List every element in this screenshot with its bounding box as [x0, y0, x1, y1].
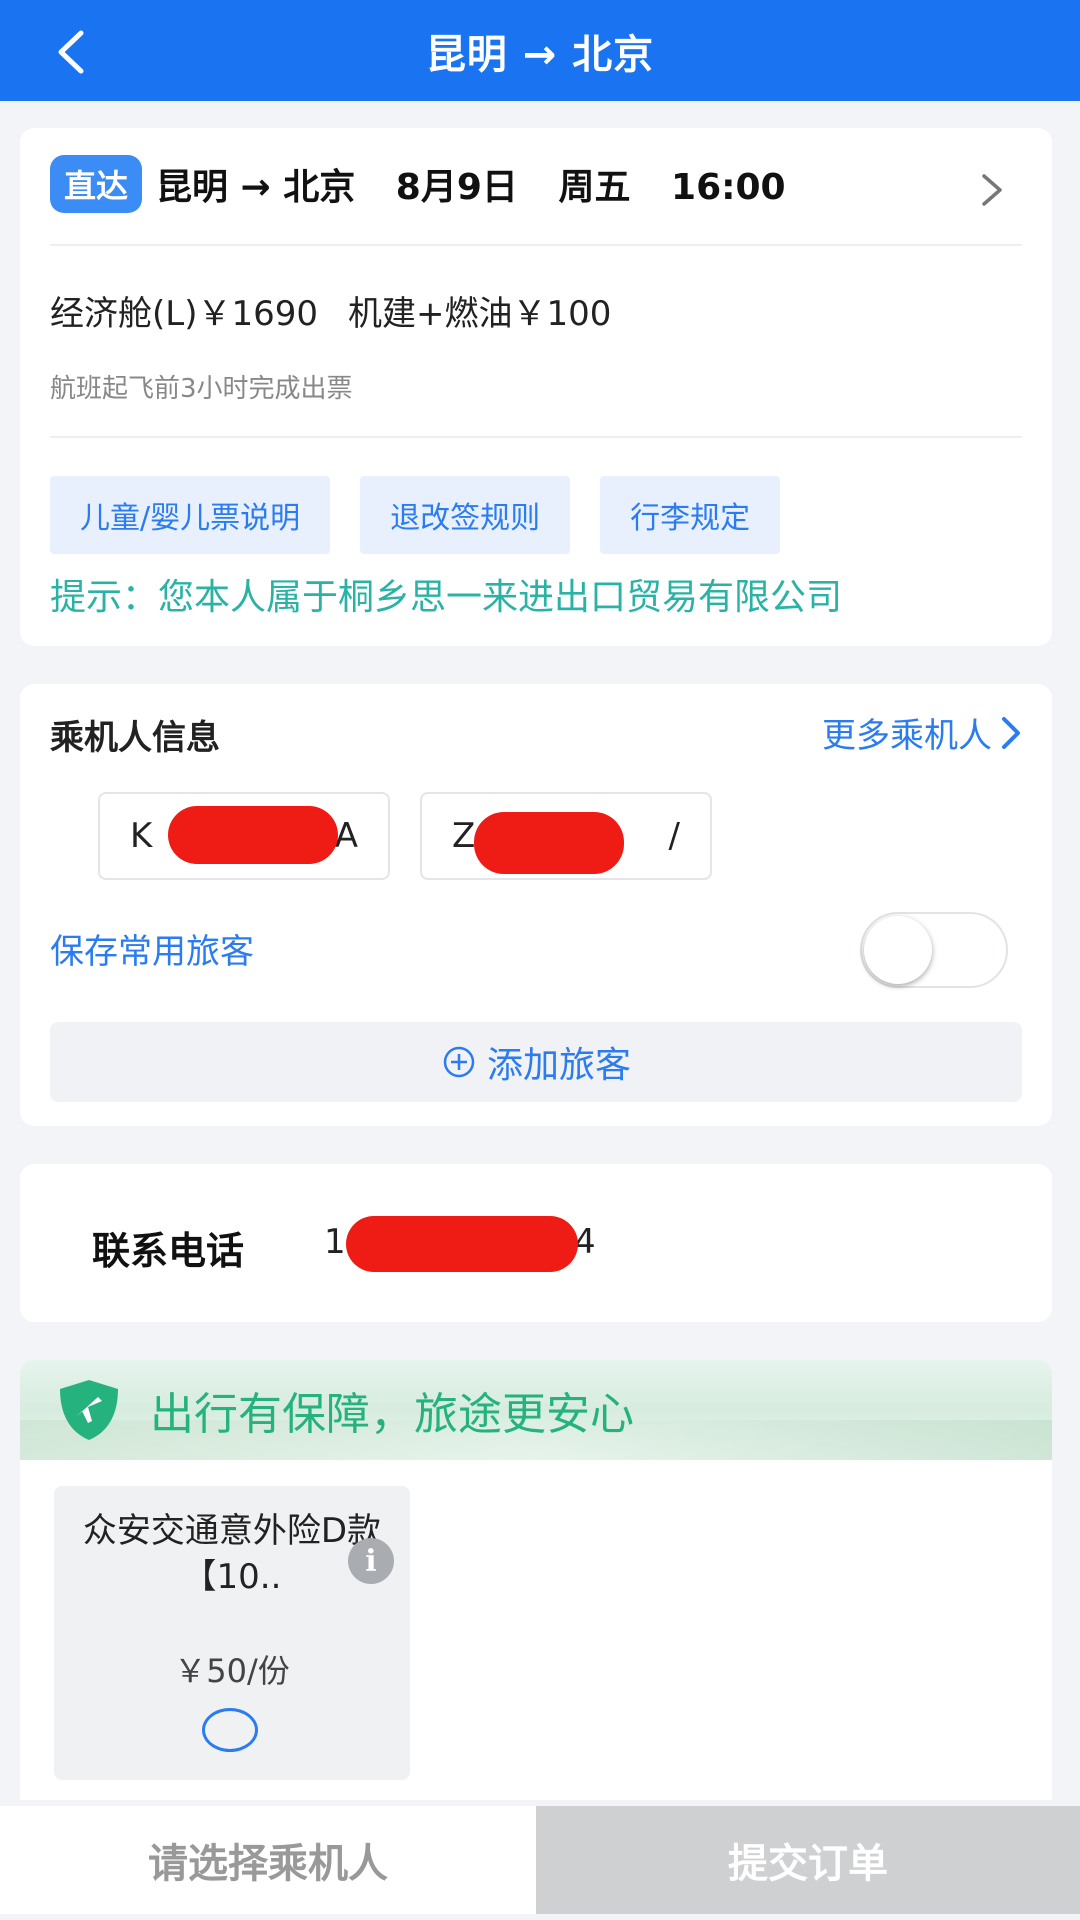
insurance-radio[interactable]: [202, 1708, 258, 1752]
policy-buttons: 儿童/婴儿票说明 退改签规则 行李规定: [50, 476, 781, 554]
tax-price: 机建+燃油￥100: [348, 294, 612, 334]
flight-route: 昆明 → 北京: [156, 167, 356, 208]
insurance-banner: 出行有保障，旅途更安心: [20, 1360, 1052, 1460]
phone-start: 1: [324, 1222, 346, 1262]
divider: [50, 436, 1022, 438]
top-nav-bar: 昆明 → 北京: [0, 0, 1080, 101]
chevron-right-icon: [982, 174, 1002, 206]
select-passenger-status: 请选择乘机人: [0, 1806, 536, 1914]
contact-phone-label: 联系电话: [92, 1229, 245, 1273]
passenger-chip[interactable]: K A: [98, 792, 390, 880]
insurance-banner-title: 出行有保障，旅途更安心: [150, 1389, 634, 1440]
redaction-mark: [474, 812, 624, 874]
flight-route-info: 昆明 → 北京 8月9日 周五 16:00: [156, 158, 814, 210]
save-frequent-passenger-toggle[interactable]: [860, 912, 1008, 988]
direct-badge: 直达: [50, 155, 143, 213]
passenger-info-card: 乘机人信息 更多乘机人 K A Z / 保存常用旅客 添加旅客: [20, 684, 1052, 1126]
passenger-name-end: /: [668, 816, 680, 856]
info-icon[interactable]: i: [348, 1538, 394, 1584]
insurance-item[interactable]: 众安交通意外险D款【10.. i ￥50/份: [54, 1486, 410, 1780]
toggle-knob: [864, 916, 932, 984]
chevron-left-icon: [58, 30, 84, 74]
bottom-action-bar: 请选择乘机人 提交订单: [0, 1806, 1080, 1914]
insurance-price: ￥50/份: [174, 1652, 290, 1690]
add-passenger-label: 添加旅客: [486, 1045, 631, 1086]
shield-plane-icon: [60, 1380, 118, 1440]
price-line: 经济舱(L)￥1690 机建+燃油￥100: [50, 286, 641, 335]
more-passengers-link[interactable]: 更多乘机人: [822, 708, 1022, 757]
flight-date: 8月9日: [395, 167, 518, 208]
cabin-price: 经济舱(L)￥1690: [50, 294, 318, 334]
chevron-right-icon: [1002, 716, 1020, 749]
passenger-chips: K A Z /: [98, 792, 712, 880]
flight-route-row[interactable]: 直达 昆明 → 北京 8月9日 周五 16:00: [50, 152, 1022, 216]
passenger-name-end: A: [334, 816, 358, 856]
passenger-name-start: K: [130, 816, 153, 856]
back-button[interactable]: [40, 22, 100, 82]
ticket-issue-note: 航班起飞前3小时完成出票: [50, 374, 353, 404]
redaction-mark: [168, 806, 338, 864]
baggage-rules-button[interactable]: 行李规定: [600, 476, 781, 554]
divider: [50, 244, 1022, 246]
plus-circle-icon: [443, 1046, 475, 1078]
company-tip: 提示：您本人属于桐乡思一来进出口贸易有限公司: [50, 577, 843, 618]
child-infant-ticket-button[interactable]: 儿童/婴儿票说明: [50, 476, 331, 554]
flight-weekday: 周五: [558, 167, 631, 208]
contact-phone-value[interactable]: 1 4: [324, 1216, 596, 1272]
passenger-section-title: 乘机人信息: [50, 718, 220, 758]
submit-order-button[interactable]: 提交订单: [536, 1806, 1080, 1914]
page-title: 昆明 → 北京: [425, 31, 655, 78]
contact-card: 联系电话 1 4: [20, 1164, 1052, 1322]
redaction-mark: [346, 1216, 578, 1272]
refund-change-rules-button[interactable]: 退改签规则: [360, 476, 571, 554]
flight-time: 16:00: [671, 167, 786, 208]
flight-summary-card: 直达 昆明 → 北京 8月9日 周五 16:00 经济舱(L)￥1690 机建+燃…: [20, 128, 1052, 646]
passenger-chip[interactable]: Z /: [420, 792, 712, 880]
more-passengers-label: 更多乘机人: [822, 716, 992, 756]
add-passenger-button[interactable]: 添加旅客: [50, 1022, 1022, 1102]
passenger-name-start: Z: [452, 816, 476, 856]
insurance-options: 众安交通意外险D款【10.. i ￥50/份: [20, 1460, 1052, 1800]
save-frequent-passenger-label: 保存常用旅客: [50, 932, 254, 972]
